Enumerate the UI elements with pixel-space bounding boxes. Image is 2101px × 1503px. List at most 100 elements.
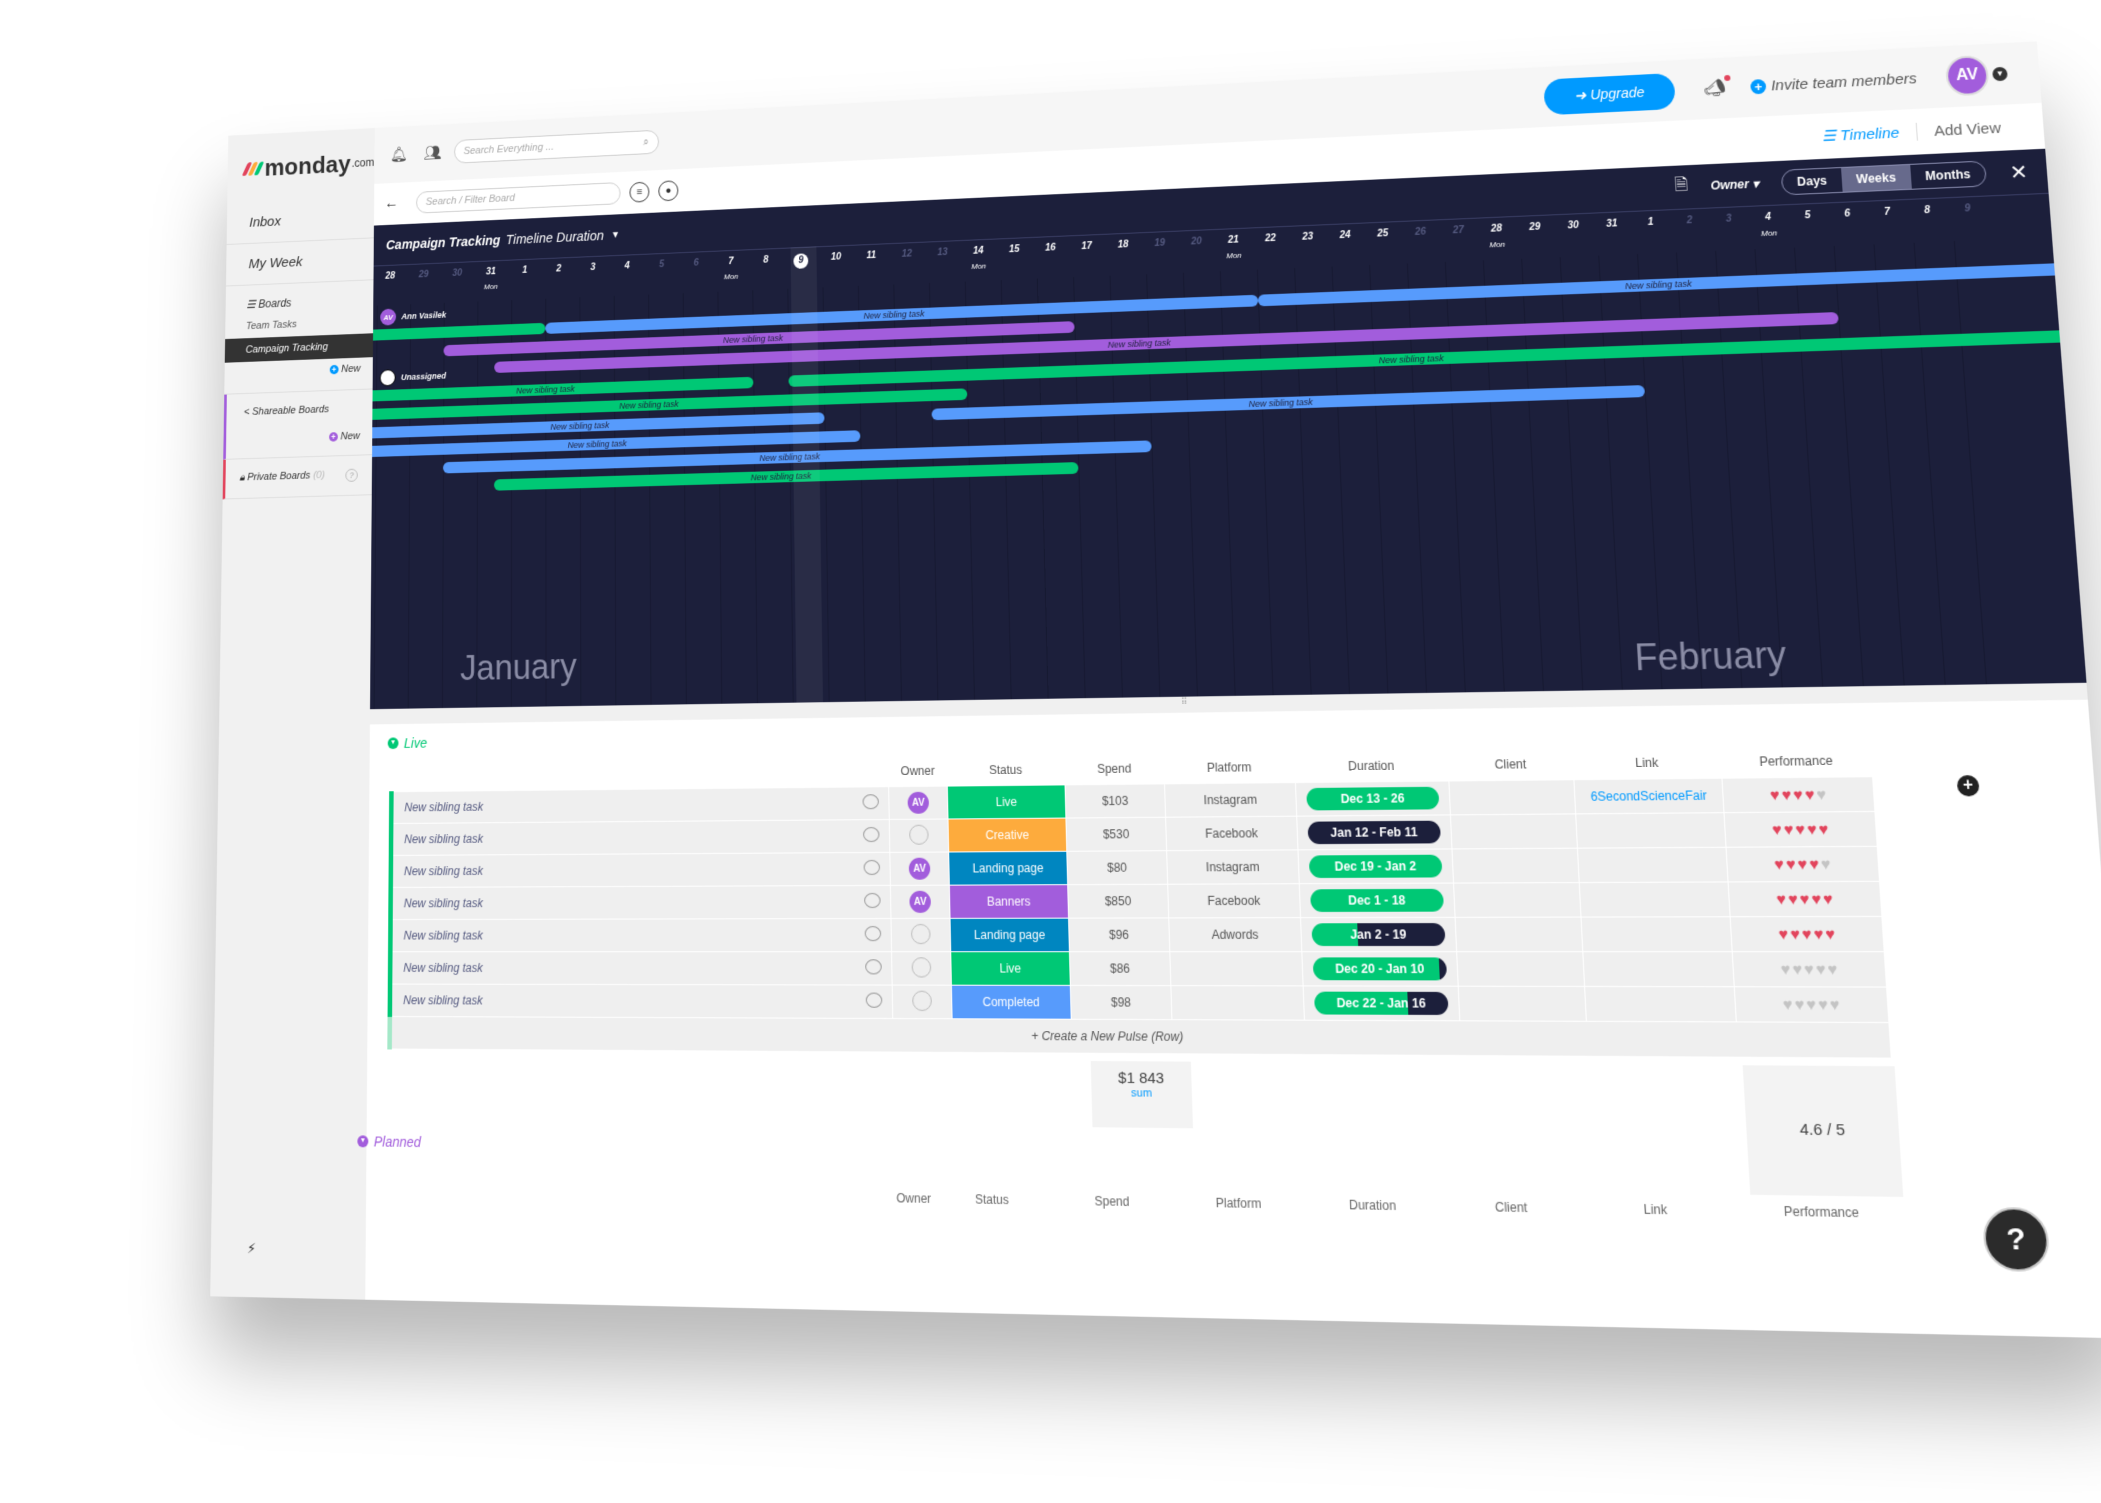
add-view-button[interactable]: Add View: [1917, 119, 2001, 140]
spend-cell[interactable]: $103: [1065, 783, 1166, 819]
heart-icon[interactable]: ♥: [1825, 925, 1836, 943]
private-boards-section[interactable]: 🔒︎ Private Boards (0) ?: [222, 455, 373, 500]
col-performance[interactable]: Performance: [1720, 745, 1873, 779]
comment-bubble-icon[interactable]: [864, 892, 881, 909]
heart-icon[interactable]: ♥: [1794, 995, 1805, 1013]
sidebar-item-inbox[interactable]: Inbox: [226, 196, 375, 245]
scale-days[interactable]: Days: [1782, 168, 1843, 194]
col-duration[interactable]: Duration: [1294, 750, 1449, 783]
invite-team-members-button[interactable]: + Invite team members: [1750, 70, 1917, 95]
heart-icon[interactable]: ♥: [1776, 890, 1787, 908]
people-icon[interactable]: 👥︎: [424, 144, 442, 163]
group-by-dropdown[interactable]: Owner ▾: [1710, 177, 1759, 193]
heart-icon[interactable]: ♥: [1772, 821, 1783, 839]
duration-cell[interactable]: Dec 22 - Jan 16: [1303, 985, 1460, 1021]
new-board-button[interactable]: + New: [224, 357, 373, 394]
platform-cell[interactable]: Instagram: [1164, 782, 1297, 818]
planned-col-link[interactable]: Link: [1643, 1202, 1667, 1217]
link-cell[interactable]: [1577, 847, 1729, 883]
heart-icon[interactable]: ♥: [1780, 960, 1791, 978]
group-live-title[interactable]: ▼ Live: [387, 735, 427, 751]
create-new-pulse-input[interactable]: + Create a New Pulse (Row): [389, 1016, 1892, 1059]
person-icon[interactable]: ●: [658, 180, 679, 202]
item-name-cell[interactable]: New sibling task: [390, 852, 891, 888]
performance-cell[interactable]: ♥♥♥♥♥: [1730, 916, 1885, 952]
performance-cell[interactable]: ♥♥♥♥♥: [1726, 846, 1880, 882]
planned-col-client[interactable]: Client: [1495, 1200, 1528, 1216]
item-name-cell[interactable]: New sibling task: [391, 786, 890, 824]
search-everything-input[interactable]: Search Everything ... ⌕: [453, 129, 659, 164]
link-cell[interactable]: [1581, 916, 1733, 952]
heart-icon[interactable]: ♥: [1795, 820, 1806, 838]
heart-icon[interactable]: ♥: [1813, 925, 1824, 943]
heart-icon[interactable]: ♥: [1801, 925, 1812, 943]
heart-icon[interactable]: ♥: [1823, 890, 1834, 908]
megaphone-icon[interactable]: 📣︎: [1703, 74, 1731, 99]
comment-bubble-icon[interactable]: [862, 827, 880, 843]
heart-icon[interactable]: ♥: [1781, 786, 1792, 804]
owner-cell[interactable]: [892, 985, 953, 1019]
duration-cell[interactable]: Dec 19 - Jan 2: [1297, 848, 1454, 884]
owner-cell[interactable]: AV: [890, 885, 951, 919]
planned-col-spend[interactable]: Spend: [1094, 1194, 1129, 1209]
heart-icon[interactable]: ♥: [1807, 820, 1818, 838]
heart-icon[interactable]: ♥: [1782, 995, 1793, 1013]
spend-cell[interactable]: $850: [1067, 884, 1169, 919]
platform-cell[interactable]: Instagram: [1166, 849, 1300, 885]
planned-col-duration[interactable]: Duration: [1349, 1198, 1397, 1214]
item-name-cell[interactable]: New sibling task: [390, 885, 891, 920]
client-cell[interactable]: [1451, 848, 1580, 884]
heart-icon[interactable]: ♥: [1820, 855, 1831, 873]
chevron-down-icon[interactable]: ▼: [611, 229, 620, 240]
upgrade-button[interactable]: ➜ Upgrade: [1543, 72, 1677, 115]
comment-bubble-icon[interactable]: [865, 959, 882, 975]
planned-col-performance[interactable]: Performance: [1783, 1204, 1859, 1220]
heart-icon[interactable]: ♥: [1811, 890, 1822, 908]
heart-icon[interactable]: ♥: [1774, 855, 1785, 873]
heart-icon[interactable]: ♥: [1792, 960, 1803, 978]
platform-cell[interactable]: Facebook: [1165, 816, 1298, 851]
add-column-icon[interactable]: +: [1956, 775, 1980, 797]
status-cell[interactable]: Completed: [951, 985, 1072, 1020]
planned-col-owner[interactable]: Owner: [896, 1191, 931, 1206]
status-cell[interactable]: Live: [947, 784, 1066, 819]
performance-cell[interactable]: ♥♥♥♥♥: [1734, 986, 1889, 1023]
scale-months[interactable]: Months: [1910, 162, 1986, 189]
heart-icon[interactable]: ♥: [1818, 820, 1829, 838]
comment-bubble-icon[interactable]: [865, 992, 883, 1008]
duration-cell[interactable]: Jan 12 - Feb 11: [1296, 814, 1452, 850]
platform-cell[interactable]: [1169, 951, 1304, 986]
spend-cell[interactable]: $530: [1065, 817, 1167, 852]
filter-icon[interactable]: ≡: [629, 181, 650, 203]
link-cell[interactable]: [1584, 986, 1737, 1022]
owner-cell[interactable]: [891, 951, 952, 986]
status-cell[interactable]: Creative: [948, 818, 1067, 853]
item-name-cell[interactable]: New sibling task: [389, 984, 893, 1019]
platform-cell[interactable]: Adwords: [1168, 917, 1302, 952]
performance-cell[interactable]: ♥♥♥♥♥: [1723, 811, 1878, 848]
comment-bubble-icon[interactable]: [862, 794, 879, 810]
timeline-group-unassigned[interactable]: Unassigned: [379, 367, 446, 387]
heart-icon[interactable]: ♥: [1790, 925, 1801, 943]
heart-icon[interactable]: ♥: [1809, 855, 1820, 873]
link-cell[interactable]: [1579, 881, 1731, 918]
client-cell[interactable]: [1453, 882, 1582, 918]
heart-icon[interactable]: ♥: [1799, 890, 1810, 908]
heart-icon[interactable]: ♥: [1788, 890, 1799, 908]
help-icon[interactable]: ?: [1981, 1206, 2051, 1273]
heart-icon[interactable]: ♥: [1797, 855, 1808, 873]
platform-cell[interactable]: Facebook: [1167, 883, 1301, 918]
timeline-bar[interactable]: New sibling task: [1257, 262, 2079, 307]
new-shareable-board-button[interactable]: + New: [226, 417, 372, 446]
performance-cell[interactable]: ♥♥♥♥♥: [1721, 776, 1875, 813]
client-cell[interactable]: [1450, 813, 1578, 849]
col-status[interactable]: Status: [947, 754, 1065, 786]
heart-icon[interactable]: ♥: [1804, 786, 1815, 804]
spend-cell[interactable]: $86: [1069, 951, 1171, 986]
planned-col-status[interactable]: Status: [975, 1192, 1009, 1207]
duration-cell[interactable]: Dec 1 - 18: [1299, 883, 1456, 918]
spend-cell[interactable]: $96: [1068, 917, 1170, 952]
status-cell[interactable]: Banners: [949, 884, 1069, 919]
heart-icon[interactable]: ♥: [1778, 925, 1789, 943]
filter-board-input[interactable]: Search / Filter Board: [416, 182, 621, 214]
